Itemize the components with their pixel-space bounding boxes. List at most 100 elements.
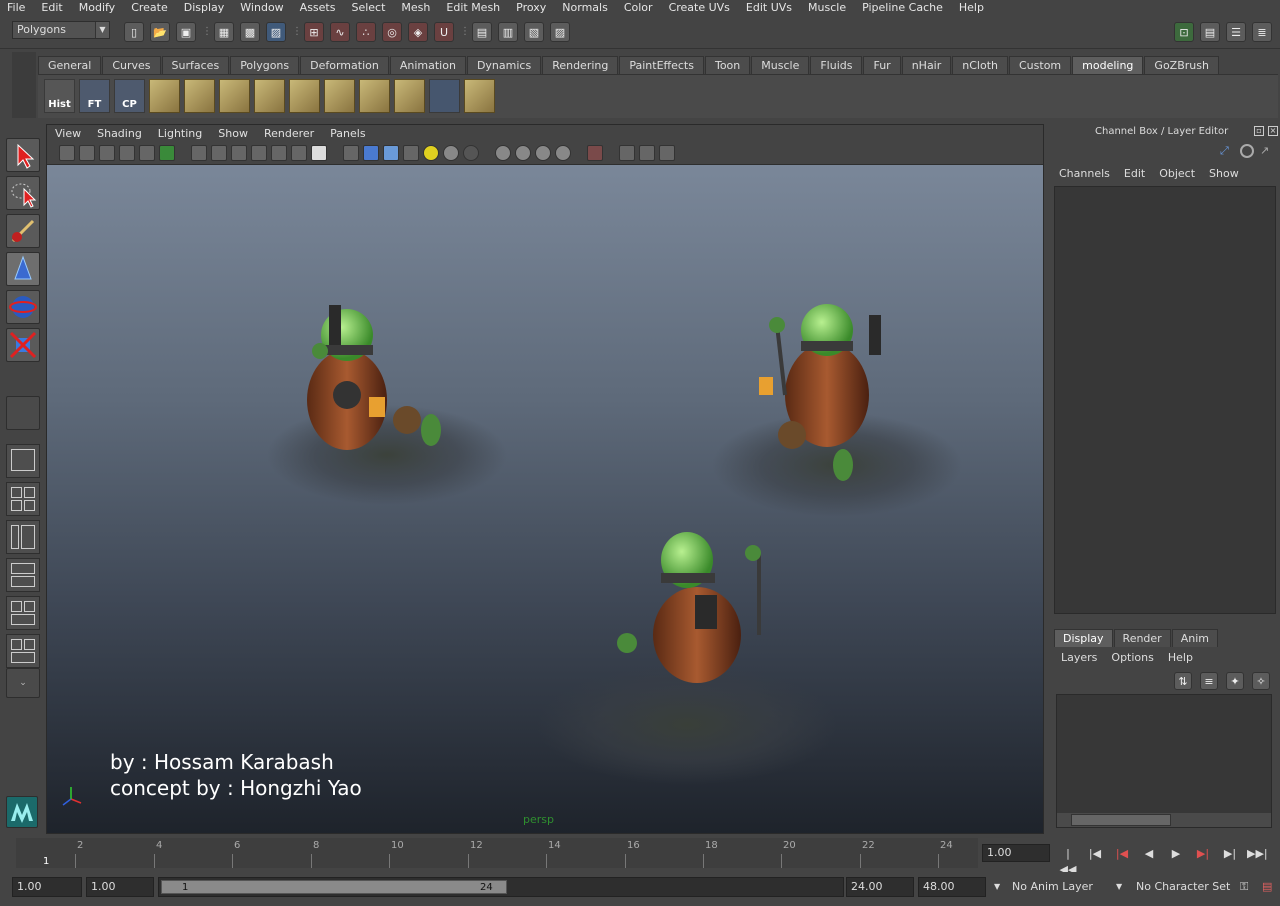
play-forwards-icon[interactable]: ▶ — [1166, 846, 1186, 862]
channel-box-menu-show[interactable]: Show — [1202, 166, 1246, 182]
lasso-tool-icon[interactable] — [6, 176, 40, 210]
shelf-tab-fluids[interactable]: Fluids — [810, 56, 863, 74]
last-tool-slot[interactable] — [6, 396, 40, 430]
current-time-field[interactable]: 1.00 — [982, 844, 1050, 862]
animation-start-field[interactable]: 1.00 — [12, 877, 82, 897]
select-tool-icon[interactable] — [6, 138, 40, 172]
speed-icon[interactable] — [1240, 144, 1254, 158]
shelf-tab-animation[interactable]: Animation — [389, 56, 466, 74]
shelf-tab-dynamics[interactable]: Dynamics — [466, 56, 542, 74]
menu-assets[interactable]: Assets — [292, 0, 344, 16]
persp-graph-hypergraph-layout-icon[interactable] — [6, 634, 40, 668]
viewport-menu-renderer[interactable]: Renderer — [256, 125, 322, 143]
ambient-occlusion-icon[interactable] — [555, 145, 571, 161]
viewport-menu-shading[interactable]: Shading — [89, 125, 150, 143]
menu-window[interactable]: Window — [232, 0, 291, 16]
create-empty-layer-icon[interactable]: ✦ — [1226, 672, 1244, 690]
range-slider-track[interactable]: 1 24 — [158, 877, 844, 897]
menu-proxy[interactable]: Proxy — [508, 0, 554, 16]
close-panel-icon[interactable]: × — [1268, 126, 1278, 136]
channel-box-menu-object[interactable]: Object — [1152, 166, 1202, 182]
menu-edit-mesh[interactable]: Edit Mesh — [438, 0, 508, 16]
shelf-button-cp[interactable]: CP — [114, 79, 145, 113]
menu-display[interactable]: Display — [176, 0, 233, 16]
resolution-gate-icon[interactable] — [231, 145, 247, 161]
single-perspective-layout-icon[interactable] — [6, 444, 40, 478]
safe-title-icon[interactable] — [311, 145, 327, 161]
shelf-tab-general[interactable]: General — [38, 56, 102, 74]
grease-pencil-icon[interactable] — [159, 145, 175, 161]
shelf-tab-curves[interactable]: Curves — [102, 56, 161, 74]
camera-attributes-icon[interactable] — [79, 145, 95, 161]
2d-pan-zoom-icon[interactable] — [139, 145, 155, 161]
shelf-uv-tool-2-icon[interactable] — [184, 79, 215, 113]
shelf-tab-modeling[interactable]: modeling — [1072, 56, 1144, 74]
four-view-layout-icon[interactable] — [6, 482, 40, 516]
layer-tab-anim[interactable]: Anim — [1171, 629, 1218, 647]
viewport-menu-show[interactable]: Show — [210, 125, 256, 143]
menu-help[interactable]: Help — [951, 0, 992, 16]
viewport-menu-view[interactable]: View — [47, 125, 89, 143]
rotate-tool-icon[interactable] — [6, 290, 40, 324]
save-scene-icon[interactable]: ▣ — [176, 22, 196, 42]
wireframe-icon[interactable] — [343, 145, 359, 161]
animation-preferences-icon[interactable]: ▤ — [1258, 877, 1276, 897]
shelf-button-ft[interactable]: FT — [79, 79, 110, 113]
render-current-icon[interactable]: ▥ — [498, 22, 518, 42]
menu-mesh[interactable]: Mesh — [393, 0, 438, 16]
step-back-key-icon[interactable]: |◀ — [1112, 846, 1132, 862]
safe-action-icon[interactable] — [291, 145, 307, 161]
time-slider-track[interactable]: 1 2 4 6 8 10 12 14 16 18 20 22 24 — [16, 838, 978, 868]
chevron-down-icon[interactable]: ▼ — [1112, 877, 1128, 897]
snap-view-plane-icon[interactable]: ◎ — [382, 22, 402, 42]
shelf-uv-tool-8-icon[interactable] — [394, 79, 425, 113]
menu-create[interactable]: Create — [123, 0, 176, 16]
step-back-frame-icon[interactable]: |◀ — [1085, 846, 1105, 862]
layer-list[interactable] — [1056, 694, 1272, 828]
shelf-uv-tool-1-icon[interactable] — [149, 79, 180, 113]
display-nodes-icon[interactable] — [659, 145, 675, 161]
select-hierarchy-icon[interactable]: ▦ — [214, 22, 234, 42]
paint-select-tool-icon[interactable] — [6, 214, 40, 248]
playback-end-field[interactable]: 24.00 — [846, 877, 914, 897]
menu-edit-uvs[interactable]: Edit UVs — [738, 0, 800, 16]
channel-box-area[interactable] — [1054, 186, 1276, 614]
open-scene-icon[interactable]: 📂 — [150, 22, 170, 42]
tool-settings-toggle-icon[interactable]: ▤ — [1200, 22, 1220, 42]
shelf-tab-muscle[interactable]: Muscle — [751, 56, 810, 74]
render-settings-icon[interactable]: ▨ — [550, 22, 570, 42]
xray-icon[interactable] — [495, 145, 511, 161]
shelf-tab-nhair[interactable]: nHair — [901, 56, 952, 74]
magnet-icon[interactable]: U — [434, 22, 454, 42]
xray-components-icon[interactable] — [535, 145, 551, 161]
shelf-uv-tool-6-icon[interactable] — [324, 79, 355, 113]
auto-key-icon[interactable]: ⚿ — [1236, 877, 1256, 897]
move-layer-down-icon[interactable]: ≡ — [1200, 672, 1218, 690]
viewport-menu-panels[interactable]: Panels — [322, 125, 373, 143]
go-to-start-icon[interactable]: |◀◀ — [1058, 846, 1078, 876]
display-components-icon[interactable] — [639, 145, 655, 161]
display-objects-icon[interactable] — [619, 145, 635, 161]
animation-end-field[interactable]: 48.00 — [918, 877, 986, 897]
step-forward-frame-icon[interactable]: ▶| — [1220, 846, 1240, 862]
channel-box-menu-channels[interactable]: Channels — [1052, 166, 1117, 182]
snap-curve-icon[interactable]: ∿ — [330, 22, 350, 42]
play-backwards-icon[interactable]: ◀ — [1139, 846, 1159, 862]
channel-box-menu-edit[interactable]: Edit — [1117, 166, 1152, 182]
menu-create-uvs[interactable]: Create UVs — [661, 0, 738, 16]
float-panel-icon[interactable]: ▫ — [1254, 126, 1264, 136]
new-scene-icon[interactable]: ▯ — [124, 22, 144, 42]
chevron-down-icon[interactable]: ▼ — [95, 22, 109, 38]
menu-set-dropdown[interactable]: Polygons ▼ — [12, 21, 110, 39]
shelf-tab-custom[interactable]: Custom — [1009, 56, 1072, 74]
isolate-select-icon[interactable] — [587, 145, 603, 161]
grid-toggle-icon[interactable] — [191, 145, 207, 161]
shelf-uv-tool-4-icon[interactable] — [254, 79, 285, 113]
outliner-persp-layout-icon[interactable] — [6, 520, 40, 554]
image-plane-icon[interactable] — [119, 145, 135, 161]
perspective-viewport[interactable]: by : Hossam Karabash concept by : Hongzh… — [47, 165, 1043, 833]
make-live-icon[interactable]: ◈ — [408, 22, 428, 42]
scale-tool-icon[interactable] — [6, 328, 40, 362]
channel-box-toggle-icon[interactable]: ☰ — [1226, 22, 1246, 42]
xray-joints-icon[interactable] — [515, 145, 531, 161]
